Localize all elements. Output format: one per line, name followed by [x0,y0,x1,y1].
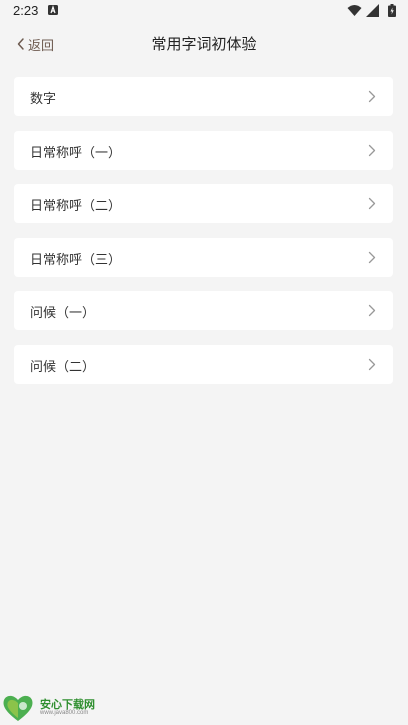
watermark: 安心下载网 www.java800.com [2,694,106,722]
list-item[interactable]: 日常称呼（三） [14,237,393,277]
list-item[interactable]: 数字 [14,77,393,116]
list-item[interactable]: 日常称呼（二） [14,184,393,223]
chevron-right-icon [368,144,376,156]
chevron-right-icon [368,197,376,210]
heart-logo-icon [3,695,33,721]
list-item-label: 日常称呼（一） [30,145,122,161]
list-item-label: 数字 [30,92,57,107]
list-item[interactable]: 日常称呼（一） [14,130,393,170]
list-item[interactable]: 问候（二） [14,344,393,384]
list-item-label: 问候（二） [30,359,96,375]
chevron-right-icon [368,304,376,317]
app-notification-icon [48,5,58,15]
watermark-url: www.java800.com [40,710,89,716]
signal-icon [366,4,379,17]
chevron-right-icon [368,251,376,263]
category-list: 数字 日常称呼（一） 日常称呼（二） 日常称呼（三） 问候（一） 问候（二） [14,77,393,398]
page-title: 常用字词初体验 [151,35,257,53]
battery-icon [388,4,396,17]
wifi-icon [347,5,362,16]
status-bar: 2:23 [0,0,408,24]
chevron-right-icon [368,90,376,103]
chevron-right-icon [368,358,376,370]
header: 返回 常用字词初体验 [0,24,408,64]
list-item[interactable]: 问候（一） [14,291,393,330]
status-time: 2:23 [13,3,39,18]
list-item-label: 日常称呼（二） [30,199,122,214]
list-item-label: 问候（一） [30,306,96,321]
list-item-label: 日常称呼（三） [30,252,122,268]
